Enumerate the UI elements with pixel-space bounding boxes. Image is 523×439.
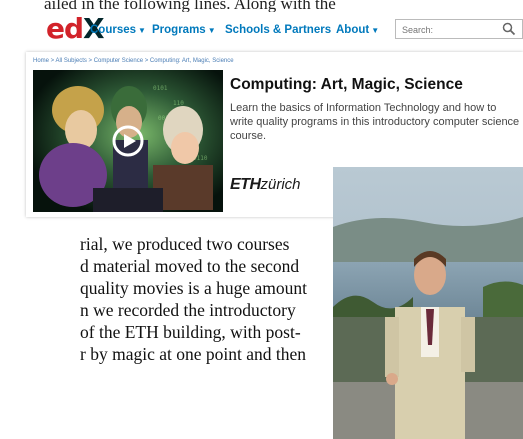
search-box[interactable] [395,19,523,39]
nav-about-label: About [336,24,370,36]
logo-ed: ed [46,12,84,45]
lecturer-photo [333,167,523,439]
nav-schools-label: Schools & Partners [225,24,332,36]
caret-down-icon: ▼ [207,26,216,35]
breadcrumb[interactable]: Home > All Subjects > Computer Science >… [33,58,234,64]
search-input[interactable] [396,21,500,39]
nav-about[interactable]: About ▼ [336,23,379,38]
nav-courses[interactable]: Courses ▼ [90,23,146,38]
paragraph-line: quality movies is a huge amount [80,278,307,298]
document-paragraph: rial, we produced two courses d material… [80,233,328,365]
eth-logo-rest: zürich [260,176,301,193]
caret-down-icon: ▼ [371,26,380,35]
document-text-top: ailed in the following lines. Along with… [44,0,336,12]
paragraph-line: n we recorded the introductory [80,300,296,320]
paragraph-line: d material moved to the second [80,256,300,276]
nav-schools-partners[interactable]: Schools & Partners [225,23,331,37]
magnifier-icon[interactable] [502,22,516,41]
svg-text:110: 110 [173,100,184,107]
nav-courses-label: Courses [90,24,137,36]
eth-logo-bold: ETH [230,176,261,193]
course-title: Computing: Art, Magic, Science [230,76,463,93]
caret-down-icon: ▼ [138,26,146,35]
nav-programs[interactable]: Programs ▼ [152,23,216,38]
edx-navbar: edX Courses ▼ Programs ▼ Schools & Partner… [0,14,523,44]
course-video[interactable]: 01011100011 1001101001 011100 [33,70,223,212]
paragraph-line: of the ETH building, with post- [80,322,301,342]
course-description: Learn the basics of Information Technolo… [230,102,520,142]
paragraph-line: r by magic at one point and then [80,344,306,364]
svg-text:0101: 0101 [153,85,168,92]
eth-zurich-logo[interactable]: ETHzürich [230,176,301,194]
play-icon[interactable] [111,124,145,158]
paragraph-line: rial, we produced two courses [80,234,290,254]
nav-programs-label: Programs [152,24,206,36]
